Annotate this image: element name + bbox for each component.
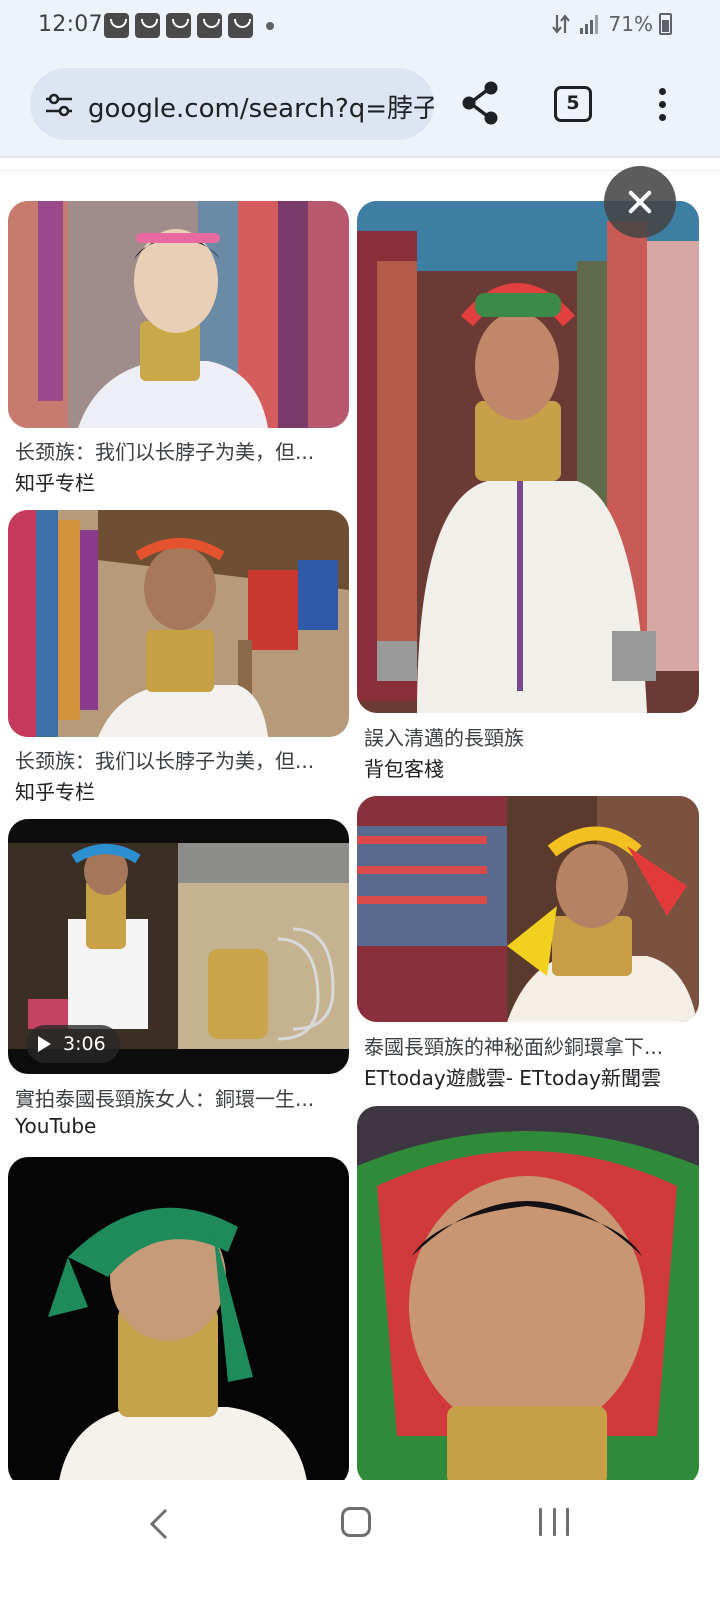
result-source: 背包客棧 bbox=[364, 757, 444, 781]
address-bar[interactable]: google.com/search?q=脖子: bbox=[30, 68, 434, 140]
back-icon[interactable] bbox=[144, 1504, 174, 1544]
smile-icon bbox=[228, 13, 253, 38]
result-thumbnail[interactable] bbox=[8, 510, 349, 737]
overflow-menu-icon[interactable] bbox=[650, 84, 674, 124]
result-title: 誤入清邁的長頸族 bbox=[364, 726, 524, 750]
result-thumbnail[interactable] bbox=[357, 1106, 699, 1480]
notification-icons bbox=[104, 13, 253, 38]
image-result-card[interactable]: 长颈族：我们以长脖子为美，但... 知乎专栏 bbox=[8, 510, 349, 810]
more-notifications-dot-icon bbox=[266, 22, 274, 30]
image-result-card[interactable]: 誤入清邁的長頸族 背包客棧 bbox=[357, 201, 699, 781]
clock: 12:07 bbox=[38, 12, 103, 37]
status-bar: 12:07 71% bbox=[0, 0, 720, 54]
browser-toolbar: google.com/search?q=脖子: 5 bbox=[0, 54, 720, 156]
image-result-card[interactable]: 泰國長頸族的神秘面紗銅環拿下... ETtoday遊戲雲- ETtoday新聞雲 bbox=[357, 796, 699, 1096]
smile-icon bbox=[197, 13, 222, 38]
smile-icon bbox=[166, 13, 191, 38]
image-results: 长颈族：我们以长脖子为美，但... 知乎专栏 长颈族：我们以长脖子为美，但... bbox=[0, 172, 720, 1480]
video-duration-badge: 3:06 bbox=[26, 1025, 120, 1063]
system-navigation-bar bbox=[0, 1480, 720, 1600]
image-result-card[interactable]: 长颈族：我们以长脖子为美，但... 知乎专栏 bbox=[8, 201, 349, 501]
recent-apps-icon[interactable] bbox=[539, 1508, 569, 1538]
site-settings-icon[interactable] bbox=[44, 92, 74, 118]
result-source: ETtoday遊戲雲- ETtoday新聞雲 bbox=[364, 1066, 662, 1090]
url-text[interactable]: google.com/search?q=脖子: bbox=[88, 88, 434, 125]
image-result-card[interactable] bbox=[8, 1157, 349, 1480]
result-title: 长颈族：我们以长脖子为美，但... bbox=[15, 749, 315, 773]
result-thumbnail[interactable] bbox=[8, 201, 349, 428]
mobile-data-icon bbox=[551, 12, 571, 36]
result-source: 知乎专栏 bbox=[15, 471, 95, 495]
result-thumbnail[interactable] bbox=[8, 1157, 349, 1480]
smile-icon bbox=[104, 13, 129, 38]
battery-percent: 71% bbox=[608, 12, 653, 36]
share-icon[interactable] bbox=[458, 78, 504, 128]
result-source: 知乎专栏 bbox=[15, 780, 95, 804]
result-thumbnail[interactable] bbox=[357, 201, 699, 713]
signal-icon bbox=[579, 13, 601, 35]
image-result-card[interactable] bbox=[357, 1106, 699, 1480]
video-duration: 3:06 bbox=[63, 1033, 106, 1055]
smile-icon bbox=[135, 13, 160, 38]
close-icon[interactable] bbox=[604, 166, 676, 238]
battery-icon bbox=[659, 13, 672, 35]
result-title: 實拍泰國長頸族女人：銅環一生... bbox=[15, 1087, 315, 1111]
video-result-card[interactable]: 3:06 實拍泰國長頸族女人：銅環一生... YouTube bbox=[8, 819, 349, 1139]
home-icon[interactable] bbox=[341, 1507, 371, 1537]
play-icon bbox=[38, 1036, 51, 1052]
tab-switcher-button[interactable]: 5 bbox=[554, 86, 592, 122]
result-title: 长颈族：我们以长脖子为美，但... bbox=[15, 440, 315, 464]
result-source: YouTube bbox=[15, 1114, 97, 1138]
divider bbox=[0, 170, 720, 171]
result-title: 泰國長頸族的神秘面紗銅環拿下... bbox=[364, 1035, 664, 1059]
system-icons: 71% bbox=[551, 12, 672, 36]
result-thumbnail[interactable] bbox=[357, 796, 699, 1022]
